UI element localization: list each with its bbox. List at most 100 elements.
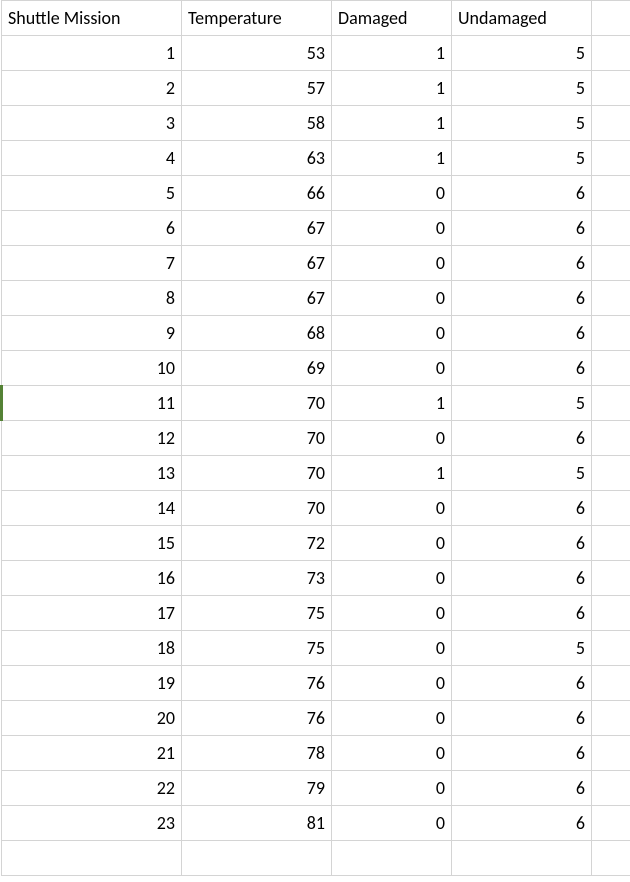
cell-temperature[interactable]: 58: [182, 106, 332, 141]
cell-mission[interactable]: 18: [2, 631, 182, 666]
cell-mission[interactable]: 17: [2, 596, 182, 631]
cell-damaged[interactable]: 1: [332, 71, 452, 106]
cell-undamaged[interactable]: 6: [452, 281, 592, 316]
cell-empty[interactable]: [452, 841, 592, 876]
cell-undamaged[interactable]: 5: [452, 456, 592, 491]
header-mission[interactable]: Shuttle Mission: [2, 1, 182, 36]
cell-damaged[interactable]: 0: [332, 316, 452, 351]
cell-empty[interactable]: [592, 701, 630, 736]
cell-damaged[interactable]: 0: [332, 561, 452, 596]
cell-empty[interactable]: [592, 176, 630, 211]
cell-empty[interactable]: [592, 491, 630, 526]
cell-empty[interactable]: [332, 841, 452, 876]
cell-empty[interactable]: [592, 281, 630, 316]
cell-temperature[interactable]: 72: [182, 526, 332, 561]
cell-temperature[interactable]: 70: [182, 386, 332, 421]
cell-damaged[interactable]: 1: [332, 386, 452, 421]
header-empty[interactable]: [592, 1, 630, 36]
cell-damaged[interactable]: 0: [332, 491, 452, 526]
cell-empty[interactable]: [592, 211, 630, 246]
cell-damaged[interactable]: 1: [332, 36, 452, 71]
cell-mission[interactable]: 13: [2, 456, 182, 491]
cell-damaged[interactable]: 1: [332, 456, 452, 491]
cell-mission[interactable]: 6: [2, 211, 182, 246]
cell-temperature[interactable]: 78: [182, 736, 332, 771]
cell-mission[interactable]: 2: [2, 71, 182, 106]
cell-undamaged[interactable]: 6: [452, 596, 592, 631]
cell-temperature[interactable]: 66: [182, 176, 332, 211]
cell-mission[interactable]: 5: [2, 176, 182, 211]
cell-damaged[interactable]: 0: [332, 701, 452, 736]
cell-empty[interactable]: [592, 421, 630, 456]
cell-undamaged[interactable]: 6: [452, 316, 592, 351]
spreadsheet-table[interactable]: Shuttle Mission Temperature Damaged Unda…: [0, 0, 630, 876]
cell-undamaged[interactable]: 5: [452, 141, 592, 176]
cell-mission[interactable]: 10: [2, 351, 182, 386]
cell-mission[interactable]: 1: [2, 36, 182, 71]
cell-empty[interactable]: [592, 806, 630, 841]
cell-mission[interactable]: 3: [2, 106, 182, 141]
cell-mission[interactable]: 7: [2, 246, 182, 281]
cell-temperature[interactable]: 81: [182, 806, 332, 841]
cell-damaged[interactable]: 0: [332, 596, 452, 631]
cell-temperature[interactable]: 63: [182, 141, 332, 176]
cell-empty[interactable]: [2, 841, 182, 876]
cell-mission[interactable]: 21: [2, 736, 182, 771]
cell-temperature[interactable]: 67: [182, 246, 332, 281]
cell-damaged[interactable]: 0: [332, 246, 452, 281]
cell-damaged[interactable]: 1: [332, 141, 452, 176]
cell-empty[interactable]: [592, 631, 630, 666]
cell-damaged[interactable]: 1: [332, 106, 452, 141]
cell-empty[interactable]: [182, 841, 332, 876]
cell-undamaged[interactable]: 5: [452, 631, 592, 666]
cell-undamaged[interactable]: 6: [452, 211, 592, 246]
cell-mission[interactable]: 19: [2, 666, 182, 701]
cell-mission[interactable]: 11: [2, 386, 182, 421]
cell-empty[interactable]: [592, 456, 630, 491]
cell-empty[interactable]: [592, 666, 630, 701]
cell-undamaged[interactable]: 6: [452, 561, 592, 596]
cell-empty[interactable]: [592, 526, 630, 561]
cell-temperature[interactable]: 79: [182, 771, 332, 806]
cell-damaged[interactable]: 0: [332, 771, 452, 806]
cell-damaged[interactable]: 0: [332, 281, 452, 316]
cell-mission[interactable]: 4: [2, 141, 182, 176]
cell-empty[interactable]: [592, 246, 630, 281]
cell-temperature[interactable]: 70: [182, 456, 332, 491]
cell-temperature[interactable]: 67: [182, 211, 332, 246]
cell-temperature[interactable]: 75: [182, 631, 332, 666]
cell-mission[interactable]: 20: [2, 701, 182, 736]
cell-empty[interactable]: [592, 141, 630, 176]
cell-undamaged[interactable]: 6: [452, 421, 592, 456]
cell-damaged[interactable]: 0: [332, 666, 452, 701]
cell-damaged[interactable]: 0: [332, 526, 452, 561]
cell-damaged[interactable]: 0: [332, 631, 452, 666]
cell-mission[interactable]: 8: [2, 281, 182, 316]
cell-undamaged[interactable]: 6: [452, 806, 592, 841]
cell-mission[interactable]: 14: [2, 491, 182, 526]
cell-damaged[interactable]: 0: [332, 176, 452, 211]
cell-undamaged[interactable]: 6: [452, 771, 592, 806]
header-temperature[interactable]: Temperature: [182, 1, 332, 36]
cell-undamaged[interactable]: 5: [452, 386, 592, 421]
cell-empty[interactable]: [592, 351, 630, 386]
cell-temperature[interactable]: 76: [182, 701, 332, 736]
cell-temperature[interactable]: 70: [182, 491, 332, 526]
cell-mission[interactable]: 22: [2, 771, 182, 806]
cell-temperature[interactable]: 73: [182, 561, 332, 596]
cell-empty[interactable]: [592, 71, 630, 106]
cell-mission[interactable]: 12: [2, 421, 182, 456]
cell-mission[interactable]: 23: [2, 806, 182, 841]
cell-damaged[interactable]: 0: [332, 736, 452, 771]
cell-undamaged[interactable]: 6: [452, 246, 592, 281]
header-undamaged[interactable]: Undamaged: [452, 1, 592, 36]
cell-undamaged[interactable]: 5: [452, 106, 592, 141]
cell-empty[interactable]: [592, 386, 630, 421]
cell-undamaged[interactable]: 6: [452, 736, 592, 771]
cell-undamaged[interactable]: 6: [452, 176, 592, 211]
cell-damaged[interactable]: 0: [332, 211, 452, 246]
cell-damaged[interactable]: 0: [332, 806, 452, 841]
cell-temperature[interactable]: 53: [182, 36, 332, 71]
cell-undamaged[interactable]: 5: [452, 36, 592, 71]
cell-empty[interactable]: [592, 771, 630, 806]
